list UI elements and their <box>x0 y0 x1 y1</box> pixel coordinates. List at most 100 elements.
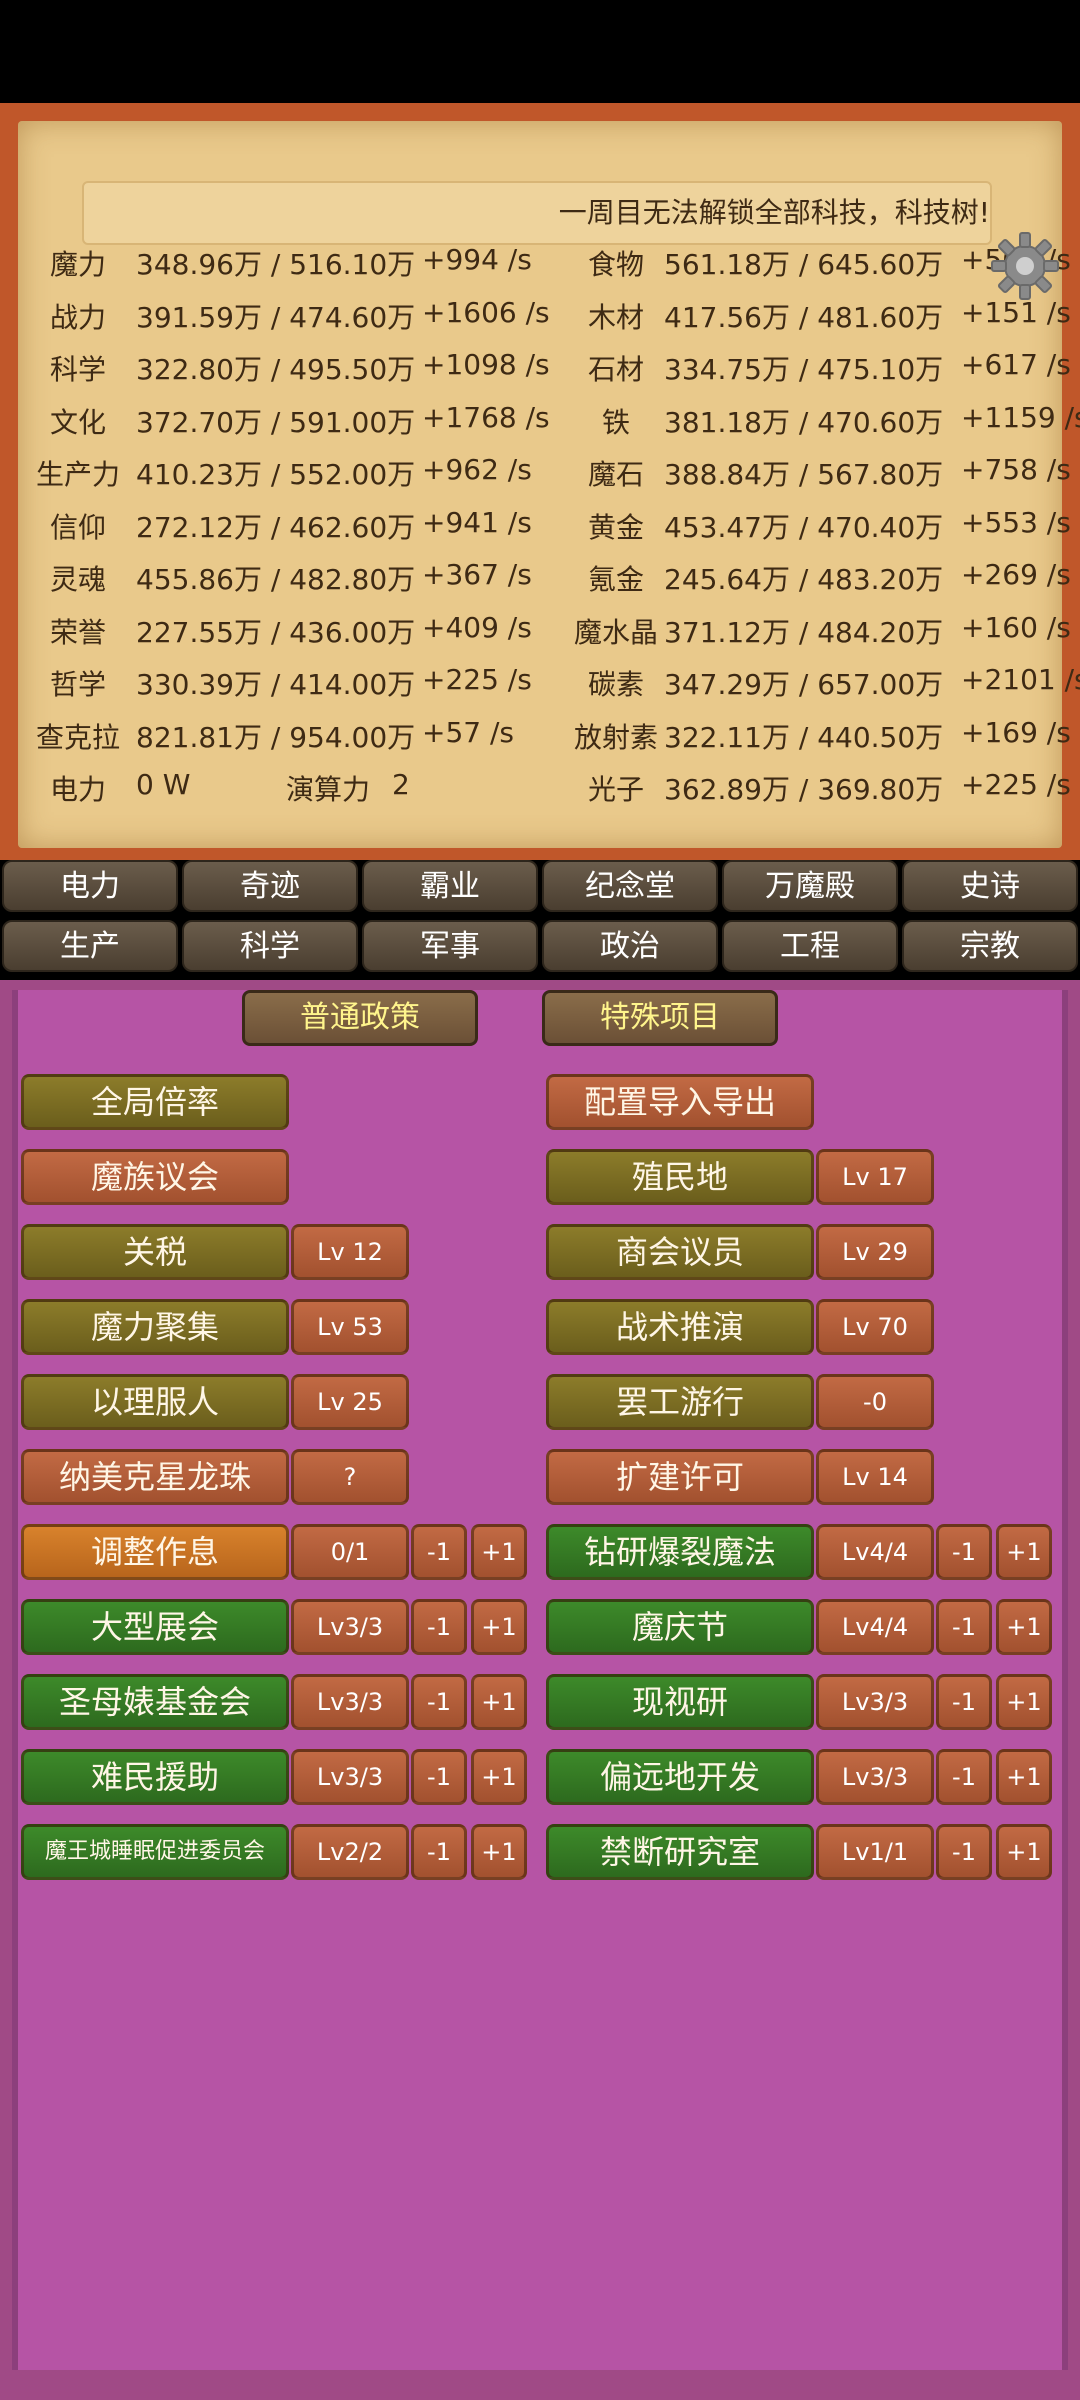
policy-button[interactable]: 配置导入导出 <box>546 1074 814 1130</box>
increment-button[interactable]: +1 <box>996 1824 1052 1880</box>
decrement-button[interactable]: -1 <box>936 1524 992 1580</box>
gear-icon[interactable] <box>990 231 1060 301</box>
nav-tab-0-3[interactable]: 纪念堂 <box>542 860 718 912</box>
policy-button[interactable]: 纳美克星龙珠 <box>21 1449 289 1505</box>
nav-tab-1-0[interactable]: 生产 <box>2 920 178 972</box>
policy-level[interactable]: Lv 14 <box>816 1449 934 1505</box>
nav-tab-0-5[interactable]: 史诗 <box>902 860 1078 912</box>
policy-button[interactable]: 殖民地 <box>546 1149 814 1205</box>
decrement-button[interactable]: -1 <box>936 1749 992 1805</box>
policy-button[interactable]: 禁断研究室 <box>546 1824 814 1880</box>
policy-level[interactable]: ? <box>291 1449 409 1505</box>
resource-amount: 381.18万 / 470.60万 <box>664 405 944 439</box>
policy-button[interactable]: 大型展会 <box>21 1599 289 1655</box>
policy-level[interactable]: Lv2/2 <box>291 1824 409 1880</box>
policy-level[interactable]: 0/1 <box>291 1524 409 1580</box>
decrement-button[interactable]: -1 <box>936 1824 992 1880</box>
resource-name: 食物 <box>587 248 644 281</box>
decrement-button[interactable]: -1 <box>411 1599 467 1655</box>
policy-button[interactable]: 圣母婊基金会 <box>21 1674 289 1730</box>
policy-level[interactable]: Lv 53 <box>291 1299 409 1355</box>
nav-tab-1-3[interactable]: 政治 <box>542 920 718 972</box>
increment-button[interactable]: +1 <box>996 1674 1052 1730</box>
nav-tab-0-0[interactable]: 电力 <box>2 860 178 912</box>
resource-amount: 330.39万 / 414.00万 <box>136 668 416 701</box>
policy-button[interactable]: 魔力聚集 <box>21 1299 289 1355</box>
policy-level[interactable]: Lv 25 <box>291 1374 409 1430</box>
resource-name: 生产力 <box>35 458 120 491</box>
increment-button[interactable]: +1 <box>996 1749 1052 1805</box>
resource-amount: 362.89万 / 369.80万 <box>664 773 944 806</box>
policy-button[interactable]: 难民援助 <box>21 1749 289 1805</box>
increment-button[interactable]: +1 <box>996 1524 1052 1580</box>
resource-name: 碳素 <box>587 668 644 701</box>
policy-level[interactable]: Lv3/3 <box>816 1674 934 1730</box>
resource-amount: 372.70万 / 591.00万 <box>136 405 416 439</box>
policy-button[interactable]: 商会议员 <box>546 1224 814 1280</box>
policy-level[interactable]: -0 <box>816 1374 934 1430</box>
increment-button[interactable]: +1 <box>471 1749 527 1805</box>
policy-level[interactable]: Lv 70 <box>816 1299 934 1355</box>
policy-level[interactable]: Lv3/3 <box>291 1749 409 1805</box>
policy-button[interactable]: 扩建许可 <box>546 1449 814 1505</box>
nav-tab-0-4[interactable]: 万魔殿 <box>722 860 898 912</box>
resource-name: 灵魂 <box>49 563 106 596</box>
policy-level[interactable]: Lv3/3 <box>816 1749 934 1805</box>
resource-rate: +1098 /s <box>422 348 550 381</box>
resource-amount: 455.86万 / 482.80万 <box>136 563 416 596</box>
policy-button[interactable]: 钻研爆裂魔法 <box>546 1524 814 1580</box>
nav-tab-1-2[interactable]: 军事 <box>362 920 538 972</box>
policy-button[interactable]: 偏远地开发 <box>546 1749 814 1805</box>
policy-button[interactable]: 魔王城睡眠促进委员会 <box>21 1824 289 1880</box>
policy-button[interactable]: 罢工游行 <box>546 1374 814 1430</box>
policy-button[interactable]: 战术推演 <box>546 1299 814 1355</box>
nav-tab-1-1[interactable]: 科学 <box>182 920 358 972</box>
compute-label: 演算力 <box>286 773 371 806</box>
policy-button[interactable]: 魔族议会 <box>21 1149 289 1205</box>
nav-tab-0-1[interactable]: 奇迹 <box>182 860 358 912</box>
nav-tab-0-2[interactable]: 霸业 <box>362 860 538 912</box>
policy-level[interactable]: Lv3/3 <box>291 1599 409 1655</box>
resource-rate: +617 /s <box>961 348 1071 381</box>
nav-tab-1-4[interactable]: 工程 <box>722 920 898 972</box>
decrement-button[interactable]: -1 <box>411 1524 467 1580</box>
policy-button[interactable]: 现视研 <box>546 1674 814 1730</box>
policy-button[interactable]: 魔庆节 <box>546 1599 814 1655</box>
increment-button[interactable]: +1 <box>471 1674 527 1730</box>
policy-tab[interactable]: 特殊项目 <box>542 990 778 1046</box>
resource-name: 魔水晶 <box>573 615 658 649</box>
increment-button[interactable]: +1 <box>471 1824 527 1880</box>
resource-name: 放射素 <box>573 720 658 754</box>
policy-level[interactable]: Lv 12 <box>291 1224 409 1280</box>
decrement-button[interactable]: -1 <box>411 1749 467 1805</box>
increment-button[interactable]: +1 <box>471 1524 527 1580</box>
decrement-button[interactable]: -1 <box>411 1674 467 1730</box>
resource-amount: 272.12万 / 462.60万 <box>136 510 416 544</box>
resource-amount: 561.18万 / 645.60万 <box>664 248 944 281</box>
resource-name: 魔石 <box>587 458 644 491</box>
resource-name: 查克拉 <box>35 720 120 754</box>
policy-button[interactable]: 全局倍率 <box>21 1074 289 1130</box>
decrement-button[interactable]: -1 <box>936 1599 992 1655</box>
policy-tab[interactable]: 普通政策 <box>242 990 478 1046</box>
resource-rate: +57 /s <box>422 715 515 749</box>
resource-rate: +994 /s <box>422 243 532 276</box>
decrement-button[interactable]: -1 <box>936 1674 992 1730</box>
policy-level[interactable]: Lv 17 <box>816 1149 934 1205</box>
policy-button[interactable]: 关税 <box>21 1224 289 1280</box>
policy-level[interactable]: Lv1/1 <box>816 1824 934 1880</box>
policy-level[interactable]: Lv4/4 <box>816 1524 934 1580</box>
policy-level[interactable]: Lv3/3 <box>291 1674 409 1730</box>
policy-panel: 普通政策 特殊项目 全局倍率 魔族议会 关税 Lv 12 魔力聚集 Lv 53 以理服人 Lv 2… <box>0 980 1080 2400</box>
policy-button[interactable]: 以理服人 <box>21 1374 289 1430</box>
resource-rate: +2101 /s <box>961 663 1080 696</box>
resource-name: 光子 <box>587 773 644 806</box>
policy-level[interactable]: Lv4/4 <box>816 1599 934 1655</box>
decrement-button[interactable]: -1 <box>411 1824 467 1880</box>
nav-tab-1-5[interactable]: 宗教 <box>902 920 1078 972</box>
policy-button[interactable]: 调整作息 <box>21 1524 289 1580</box>
increment-button[interactable]: +1 <box>996 1599 1052 1655</box>
resource-rate: +409 /s <box>422 610 532 644</box>
increment-button[interactable]: +1 <box>471 1599 527 1655</box>
policy-level[interactable]: Lv 29 <box>816 1224 934 1280</box>
